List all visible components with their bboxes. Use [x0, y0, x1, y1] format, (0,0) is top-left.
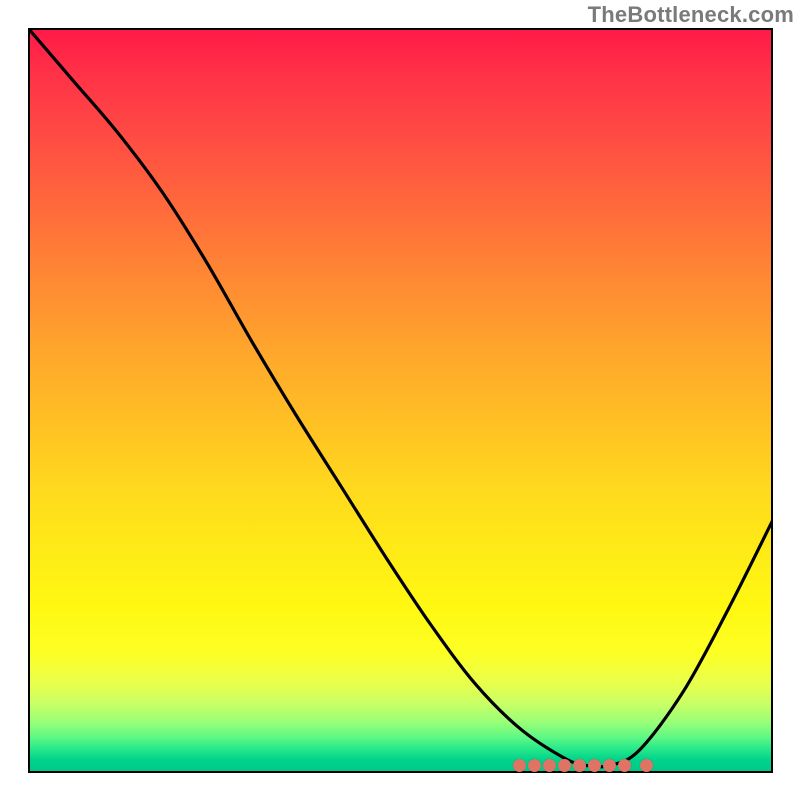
watermark-text: TheBottleneck.com	[588, 2, 794, 28]
chart-stage: TheBottleneck.com	[0, 0, 800, 800]
plot-area	[28, 28, 773, 773]
plot-frame	[28, 28, 773, 773]
